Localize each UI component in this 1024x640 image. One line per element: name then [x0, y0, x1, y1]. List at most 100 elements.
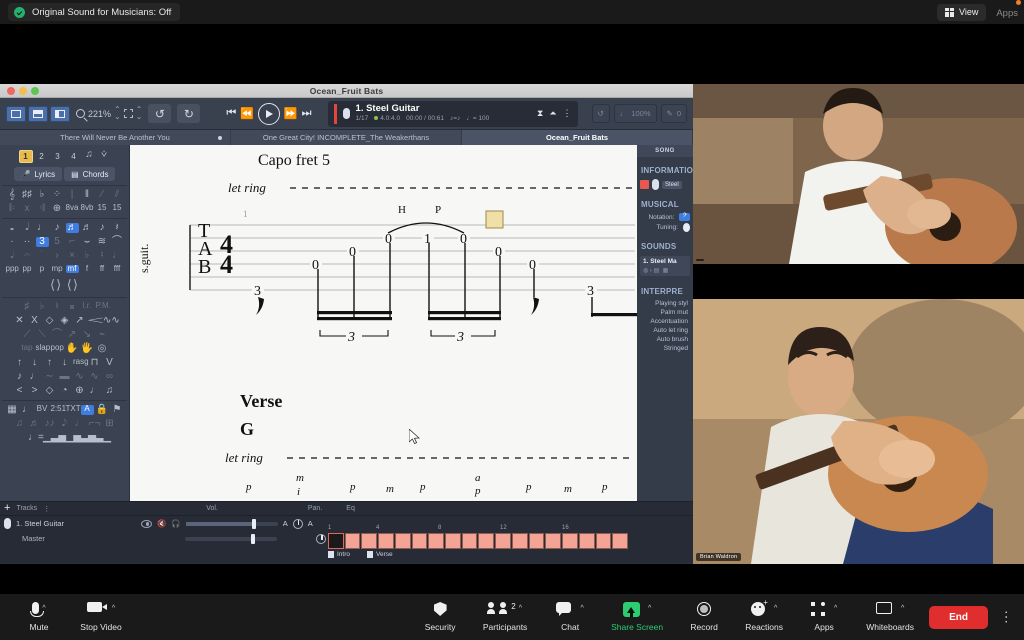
diamond-note-icon[interactable]: ◇	[43, 386, 56, 396]
tempo-marker-icon[interactable]: ♩	[21, 405, 34, 415]
pan-automation-icon[interactable]: ▃▁▅	[58, 433, 81, 443]
voice-4-button[interactable]: 4	[67, 150, 81, 163]
palette-misc-row[interactable]: ♪ ♩ ∼ ▬ ∿ ∿ ∞	[2, 370, 127, 384]
marker-flag-icon[interactable]: ⚑	[111, 405, 124, 415]
whammy-icon[interactable]: 𝆒	[88, 316, 103, 326]
quarter-note-icon[interactable]: ♩	[36, 223, 49, 233]
document-tab-1[interactable]: One Great City! INCOMPLETE_The Weakertha…	[231, 130, 462, 145]
turn-icon[interactable]: ∼	[43, 372, 56, 382]
palette-octave-row[interactable]: 𝄆 x 𝄇 ⊕ 8va 8vb 15 15	[2, 202, 127, 216]
octave-down-icon[interactable]: 8vb	[81, 204, 94, 214]
palette-effects-row[interactable]: ♯ ♭ ♮ 𝄪 l.r. P.M.	[2, 297, 127, 314]
dead-note-icon[interactable]: ×	[66, 251, 79, 261]
f-icon[interactable]: f	[81, 265, 94, 273]
tie-note-icon[interactable]: ∞	[103, 372, 116, 382]
mute-button[interactable]: ^ Mute	[12, 602, 66, 632]
legato-slide-icon[interactable]: ⌒	[51, 330, 64, 340]
mordent-icon[interactable]: ♩	[28, 372, 41, 382]
inspector-tuning-row[interactable]: Tuning:	[637, 222, 693, 233]
timeline-bar[interactable]	[394, 533, 411, 549]
vibrato-icon[interactable]: ∿∿	[103, 316, 120, 326]
mf-icon[interactable]: mf	[65, 265, 79, 273]
interpretation-row-2[interactable]: Accentuation	[637, 317, 693, 326]
coda-icon[interactable]: ⊕	[51, 204, 64, 214]
rhythm-slash-7-icon[interactable]: ⊞	[103, 419, 116, 429]
view-button[interactable]: View	[936, 3, 987, 21]
tuplet-icon[interactable]: 5	[51, 237, 64, 247]
timeline-bars[interactable]	[328, 533, 628, 549]
reactions-caret-icon[interactable]: ^	[774, 602, 777, 616]
track-mute-icon[interactable]: 🔇	[157, 519, 166, 528]
chat-caret-icon[interactable]: ^	[580, 602, 583, 616]
tempo-pod[interactable]: ♩ 100%	[613, 104, 657, 123]
rhythm-slash-4-icon[interactable]: 𝅘𝅥𝅮	[58, 419, 71, 429]
voice-2-button[interactable]: 2	[35, 150, 49, 163]
merge-voices-icon[interactable]: ⩒	[98, 150, 111, 163]
participants-button[interactable]: 2 ^ Participants	[467, 602, 543, 632]
sixteenth-note-icon[interactable]: ♬	[65, 223, 79, 233]
palette-bend-row[interactable]: ✕ X ◇ ◈ ↗ 𝆒 ∿∿	[2, 314, 127, 328]
video-tile-top[interactable]	[693, 84, 1024, 264]
bv-icon[interactable]: BV	[36, 405, 49, 415]
volume-swell-icon[interactable]: ⊕	[73, 386, 86, 396]
sixtyfourth-note-icon[interactable]: ♪	[96, 223, 109, 233]
track-chip-icons[interactable]: ⧗ ⏶ ⋮	[537, 108, 572, 119]
layout-mode-group[interactable]	[6, 105, 70, 122]
note-accent-icon[interactable]: ♫	[103, 386, 116, 396]
arpeggio-icon[interactable]: ▬	[58, 372, 71, 382]
fit-grid-icon[interactable]	[123, 109, 133, 118]
end-meeting-button[interactable]: End	[929, 605, 988, 629]
share-screen-button[interactable]: ^ Share Screen	[597, 602, 677, 632]
sound-chain-icons[interactable]: ◍ › ▤ ▦	[643, 267, 687, 274]
zoom-control[interactable]: 221% ⌃ ⌄ ⌃ ⌄	[76, 105, 143, 121]
left-hand-icon[interactable]: ✋	[66, 344, 79, 354]
palette-slap-row[interactable]: tap slap pop ✋ 🖐 ◎	[2, 342, 127, 356]
octave-up-icon[interactable]: 8va	[66, 204, 79, 214]
hourglass-icon[interactable]: ⧗	[537, 108, 543, 119]
interpretation-row-5[interactable]: Stringed	[637, 344, 693, 353]
slide-out-icon[interactable]: ⟍	[36, 330, 49, 340]
right-hand-icon[interactable]: 🖐	[81, 344, 94, 354]
key-signature-icon[interactable]: ♯♯	[21, 190, 34, 200]
voice-selector-row[interactable]: 1 2 3 4 ♫ ⩒	[2, 148, 127, 165]
fermata-icon[interactable]: 𝄐	[21, 251, 34, 261]
palette-duration-row[interactable]: 𝅝 𝅗𝅥 ♩ ♪ ♬ ♬ ♪ 𝄽	[2, 218, 127, 235]
participants-caret-icon[interactable]: ^	[519, 602, 522, 616]
chat-button[interactable]: ^ Chat	[543, 602, 597, 632]
rhythm-slash-3-icon[interactable]: ♪♪	[43, 419, 56, 429]
txt-icon[interactable]: TXT	[66, 405, 81, 415]
shift-slide-icon[interactable]: ↗	[66, 330, 79, 340]
rest-icon[interactable]: 𝄽	[111, 223, 124, 233]
timeline-bar[interactable]	[361, 533, 378, 549]
timeline-bar[interactable]	[511, 533, 528, 549]
dead-slap-icon[interactable]: X	[28, 316, 41, 326]
half-note-icon[interactable]: 𝅗𝅥	[21, 223, 34, 233]
triplet-icon[interactable]: 3	[35, 237, 49, 247]
tuning-icon[interactable]: ⁘	[51, 190, 64, 200]
grid-stepper-icon[interactable]: ⌃ ⌄	[136, 105, 143, 121]
pp-icon[interactable]: pp	[21, 265, 34, 273]
repeat-open-icon[interactable]: 𝄆	[6, 204, 19, 214]
accent-weak-icon[interactable]: >	[28, 386, 41, 396]
double-barline-icon[interactable]: ‖	[81, 190, 94, 200]
lyrics-button[interactable]: 🎤 Lyrics	[13, 167, 63, 181]
upstroke-icon[interactable]: ↑	[13, 358, 26, 368]
natural-harmonic-icon[interactable]: ♮	[96, 251, 109, 261]
treble-clef-icon[interactable]: 𝄞	[6, 190, 19, 200]
timeline-bar[interactable]	[595, 533, 612, 549]
track-eq-letter[interactable]: A	[283, 519, 288, 528]
tie-icon[interactable]: ⌣	[81, 237, 94, 247]
natural-icon[interactable]: ♮	[51, 302, 64, 312]
document-tab-strip[interactable]: There Will Never Be Another You One Grea…	[0, 130, 693, 145]
interpretation-row-0[interactable]: Playing styl	[637, 299, 693, 308]
accent-icon[interactable]: ›	[51, 251, 64, 261]
rasgueado-icon[interactable]: rasg	[73, 358, 89, 368]
barline-icon[interactable]: |	[66, 190, 79, 200]
fifteen-up-icon[interactable]: 15	[96, 204, 109, 214]
share-caret-icon[interactable]: ^	[648, 602, 651, 616]
guitar-pro-title-bar[interactable]: Ocean_Fruit Bats	[0, 84, 693, 98]
undo-button[interactable]: ↺	[148, 104, 172, 123]
track-eq-letter-2[interactable]: A	[308, 519, 313, 528]
section-label-intro[interactable]: Intro	[337, 551, 350, 558]
ppp-icon[interactable]: ppp	[6, 265, 19, 273]
